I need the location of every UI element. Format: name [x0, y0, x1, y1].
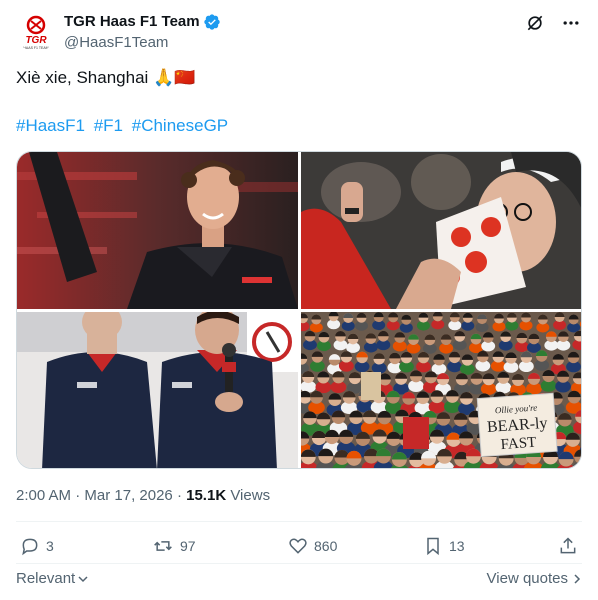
share-icon: [560, 537, 576, 554]
tweet-header: TGR HAAS F1 TEAM TGR Haas F1 Team @HaasF…: [16, 10, 582, 54]
tweet-text: Xiè xie, Shanghai 🙏🇨🇳: [16, 68, 196, 87]
avatar[interactable]: TGR HAAS F1 TEAM: [16, 12, 56, 52]
like-button[interactable]: 860: [288, 536, 337, 556]
reply-icon: [22, 538, 38, 556]
reply-button[interactable]: 3: [20, 536, 54, 556]
more-options-icon[interactable]: [560, 12, 582, 34]
photo-drivers-on-stage[interactable]: [17, 312, 298, 468]
view-quotes-link[interactable]: View quotes: [487, 570, 582, 587]
like-count: 860: [314, 538, 338, 554]
views-label: Views: [230, 487, 271, 504]
sort-label: Relevant: [16, 570, 76, 587]
author-names: TGR Haas F1 Team @HaasF1Team: [64, 12, 221, 53]
divider-top: [16, 521, 582, 522]
verified-badge-icon: [203, 14, 220, 30]
heart-icon: [289, 538, 307, 554]
bookmark-button[interactable]: 13: [423, 536, 465, 556]
photo-crowd[interactable]: Ollie you're BEAR-ly FAST: [301, 312, 581, 468]
bookmark-count: 13: [449, 538, 465, 554]
repost-button[interactable]: 97: [152, 536, 196, 556]
repost-icon: [154, 541, 172, 551]
photo-fan-with-cap[interactable]: [301, 152, 581, 309]
svg-text:FAST: FAST: [500, 435, 537, 453]
tweet-date[interactable]: Mar 17, 2026: [84, 487, 172, 504]
haas-logo: TGR HAAS F1 TEAM: [23, 15, 49, 50]
sort-dropdown[interactable]: Relevant: [16, 570, 89, 587]
hashtag-haasf1[interactable]: #HaasF1: [16, 116, 85, 135]
author-handle[interactable]: @HaasF1Team: [64, 33, 221, 53]
tweet-meta: 2:00 AM · Mar 17, 2026 · 15.1K Views: [16, 486, 270, 506]
hashtag-chinesegp[interactable]: #ChineseGP: [132, 116, 228, 135]
views-count: 15.1K: [186, 487, 227, 504]
display-name-text: TGR Haas F1 Team: [64, 13, 200, 30]
header-actions: [524, 12, 582, 34]
replies-footer: Relevant View quotes: [16, 570, 582, 590]
bookmark-icon: [427, 537, 439, 556]
action-bar: 3 97 860 13: [16, 536, 582, 560]
reply-count: 3: [46, 538, 54, 554]
view-quotes-label: View quotes: [486, 570, 568, 587]
photo-driver-waving[interactable]: [17, 152, 298, 309]
chevron-down-icon: [78, 575, 88, 582]
meta-separator: ·: [75, 487, 81, 504]
fan-sign: Ollie you're BEAR-ly FAST: [476, 392, 558, 458]
svg-text:TGR: TGR: [25, 35, 47, 46]
hashtag-f1[interactable]: #F1: [94, 116, 123, 135]
grok-icon[interactable]: [524, 12, 546, 34]
share-button[interactable]: [558, 536, 578, 556]
hashtags: #HaasF1 #F1 #ChineseGP: [16, 114, 232, 138]
tweet-time[interactable]: 2:00 AM: [16, 487, 71, 504]
chevron-right-icon: [574, 573, 581, 584]
svg-text:HAAS F1 TEAM: HAAS F1 TEAM: [23, 46, 48, 50]
repost-count: 97: [180, 538, 196, 554]
divider-bottom: [16, 563, 582, 564]
meta-separator-2: ·: [176, 487, 182, 504]
author-display-name[interactable]: TGR Haas F1 Team: [64, 12, 221, 32]
media-grid: Ollie you're BEAR-ly FAST: [16, 151, 582, 469]
